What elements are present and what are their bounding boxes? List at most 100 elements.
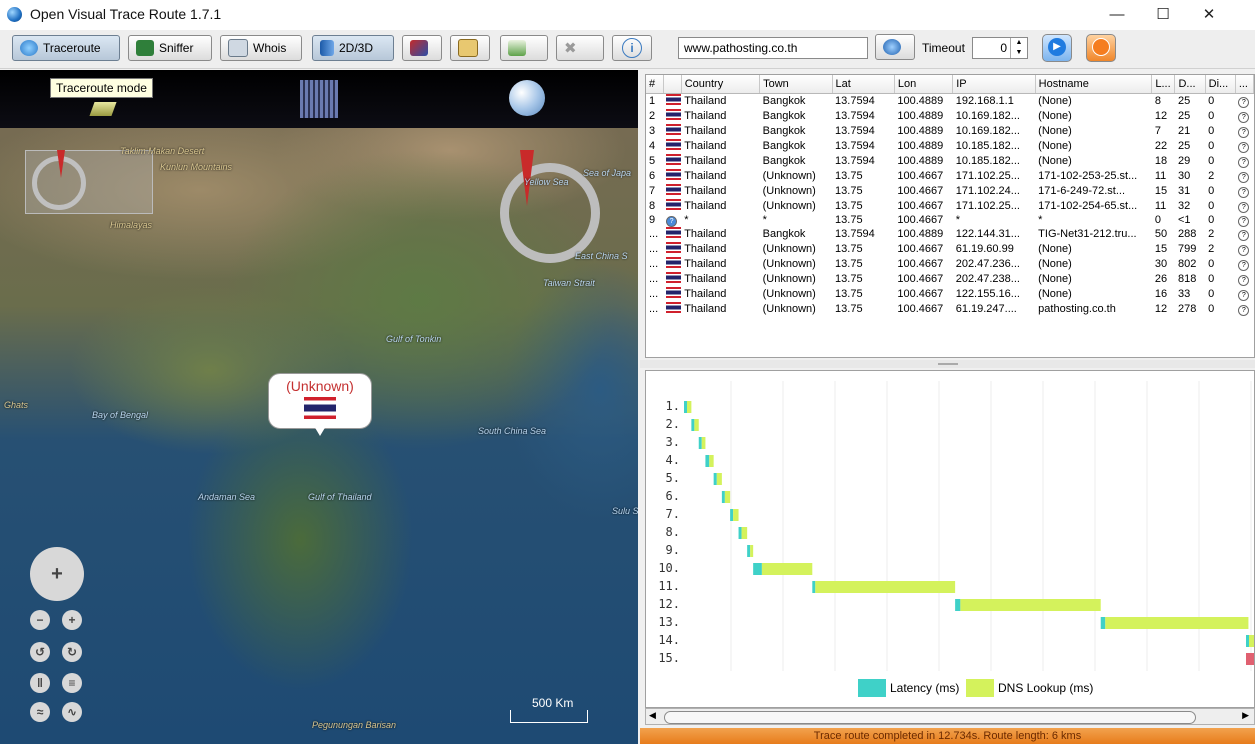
column-header[interactable]: D...	[1174, 75, 1206, 94]
column-header[interactable]: Hostname	[1035, 75, 1153, 94]
2d3d-toggle-button[interactable]: 2D/3D	[312, 35, 394, 61]
url-input[interactable]: www.pathosting.co.th	[678, 37, 868, 59]
stop-trace-button[interactable]	[1086, 34, 1116, 62]
help-icon[interactable]: ?	[1238, 245, 1250, 256]
table-row[interactable]: 6 Thailand (Unknown) 13.75 100.4667 171.102.2…	[646, 169, 1254, 184]
table-cell: 100.4889	[897, 228, 944, 240]
map-label: Kunlun Mountains	[160, 162, 233, 172]
route-table[interactable]: # Country Town Lat Lon IP Hostname L... …	[645, 74, 1255, 358]
map-view-button[interactable]	[402, 35, 442, 61]
help-icon[interactable]: ?	[1238, 172, 1250, 183]
help-icon[interactable]: ?	[1238, 157, 1250, 168]
rotate-left-icon[interactable]: ↺	[30, 642, 50, 662]
table-cell-help: ?	[1235, 124, 1253, 139]
settings-button[interactable]: ✖	[556, 35, 604, 61]
table-cell: Thailand	[684, 95, 727, 107]
column-header[interactable]: Lat	[832, 75, 895, 94]
maximize-button[interactable]: ☐	[1140, 0, 1186, 30]
table-row[interactable]: ... Thailand (Unknown) 13.75 100.4667 61.19.2…	[646, 302, 1254, 317]
table-cell-flag	[663, 302, 682, 317]
map-label: Himalayas	[110, 220, 153, 230]
start-trace-button[interactable]: ▶	[1042, 34, 1072, 62]
spinner-arrows-icon[interactable]: ▲ ▼	[1010, 38, 1027, 58]
pan-control[interactable]: +	[30, 547, 84, 601]
table-cell: 171.102.25...	[955, 200, 1020, 212]
minimize-button[interactable]: —	[1094, 0, 1140, 30]
map-label: Ghats	[4, 400, 29, 410]
help-icon[interactable]: ?	[1238, 142, 1250, 153]
help-icon[interactable]: ?	[1238, 127, 1250, 138]
column-header[interactable]: Town	[759, 75, 833, 94]
table-row[interactable]: 5 Thailand Bangkok 13.7594 100.4889 10.185.18…	[646, 154, 1254, 169]
scroll-left-icon[interactable]: ◀	[649, 710, 656, 721]
terrain-icon[interactable]: ∿	[62, 702, 82, 722]
scroll-thumb[interactable]	[664, 711, 1196, 724]
table-row[interactable]: 9? * * 13.75 100.4667 * * 0 <1 0?	[646, 214, 1254, 227]
table-row[interactable]: 8 Thailand (Unknown) 13.75 100.4667 171.102.2…	[646, 199, 1254, 214]
table-cell: ...	[649, 228, 659, 240]
help-icon[interactable]: ?	[1238, 187, 1250, 198]
table-row[interactable]: 2 Thailand Bangkok 13.7594 100.4889 10.169.18…	[646, 109, 1254, 124]
column-header[interactable]	[663, 75, 682, 94]
column-header[interactable]: #	[646, 75, 664, 94]
column-header[interactable]: L...	[1151, 75, 1176, 94]
table-cell: 100.4667	[897, 273, 944, 285]
table-row[interactable]: ... Thailand Bangkok 13.7594 100.4889 122.144…	[646, 227, 1254, 242]
help-icon[interactable]: ?	[1238, 97, 1250, 108]
vertical-exaggeration-icon[interactable]: ≈	[30, 702, 50, 722]
zoom-in-icon[interactable]: +	[62, 610, 82, 630]
about-button[interactable]: i	[612, 35, 652, 61]
help-icon[interactable]: ?	[1238, 275, 1250, 286]
help-icon[interactable]: ?	[1238, 216, 1250, 227]
map-label: Yellow Sea	[524, 177, 569, 187]
panel-splitter[interactable]	[640, 360, 1255, 368]
zoom-out-icon[interactable]: −	[30, 610, 50, 630]
hop-tick-label: 6.	[666, 489, 680, 503]
tilt-up-icon[interactable]: ‖	[30, 673, 50, 693]
help-icon[interactable]: ?	[1238, 230, 1250, 241]
traceroute-button[interactable]: Traceroute	[12, 35, 120, 61]
table-row[interactable]: ... Thailand (Unknown) 13.75 100.4667 122.155…	[646, 287, 1254, 302]
table-row[interactable]: 4 Thailand Bangkok 13.7594 100.4889 10.185.18…	[646, 139, 1254, 154]
table-row[interactable]: ... Thailand (Unknown) 13.75 100.4667 61.19.6…	[646, 242, 1254, 257]
globe-view-icon[interactable]	[509, 80, 545, 116]
table-cell-help: ?	[1235, 94, 1253, 110]
column-header[interactable]: ...	[1235, 75, 1254, 94]
help-icon[interactable]: ?	[1238, 202, 1250, 213]
hop-tick-label: 1.	[666, 399, 680, 413]
close-button[interactable]: ✕	[1186, 0, 1232, 30]
map-view[interactable]: Traceroute mode Taklim Makan Desert Kunl…	[0, 70, 638, 744]
table-row[interactable]: 1 Thailand Bangkok 13.7594 100.4889 192.168.1…	[646, 94, 1254, 110]
table-cell: Thailand	[684, 243, 727, 255]
table-row[interactable]: ... Thailand (Unknown) 13.75 100.4667 202.47.…	[646, 272, 1254, 287]
export-button[interactable]	[500, 35, 548, 61]
table-row[interactable]: 3 Thailand Bangkok 13.7594 100.4889 10.169.18…	[646, 124, 1254, 139]
scroll-right-icon[interactable]: ▶	[1242, 710, 1249, 721]
help-icon[interactable]: ?	[1238, 305, 1250, 316]
column-header[interactable]: Di...	[1205, 75, 1236, 94]
tilt-down-icon[interactable]: ≡	[62, 673, 82, 693]
grid-view-icon[interactable]	[300, 80, 338, 118]
help-icon[interactable]: ?	[1238, 112, 1250, 123]
table-cell: 0	[1208, 303, 1215, 315]
resolve-button[interactable]	[875, 34, 915, 60]
sniffer-button[interactable]: Sniffer	[128, 35, 212, 61]
column-header[interactable]: Country	[681, 75, 761, 94]
table-cell: 12	[1154, 303, 1168, 315]
callout-label: (Unknown)	[286, 378, 354, 394]
timeout-spinner[interactable]: 0 ▲ ▼	[972, 37, 1028, 59]
column-header[interactable]: Lon	[894, 75, 954, 94]
help-icon[interactable]: ?	[1238, 290, 1250, 301]
table-row[interactable]: ... Thailand (Unknown) 13.75 100.4667 202.47.…	[646, 257, 1254, 272]
rotate-right-icon[interactable]: ↻	[62, 642, 82, 662]
hop-location-callout[interactable]: (Unknown)	[268, 373, 372, 429]
whois-button[interactable]: Whois	[220, 35, 302, 61]
table-cell: 0	[1208, 273, 1215, 285]
help-icon[interactable]: ?	[1238, 260, 1250, 271]
table-cell-help: ?	[1235, 227, 1253, 242]
table-cell: (None)	[1038, 288, 1072, 300]
clipboard-button[interactable]	[450, 35, 490, 61]
table-row[interactable]: 7 Thailand (Unknown) 13.75 100.4667 171.102.2…	[646, 184, 1254, 199]
column-header[interactable]: IP	[952, 75, 1036, 94]
chart-horizontal-scrollbar[interactable]: ◀ ▶	[645, 708, 1255, 725]
